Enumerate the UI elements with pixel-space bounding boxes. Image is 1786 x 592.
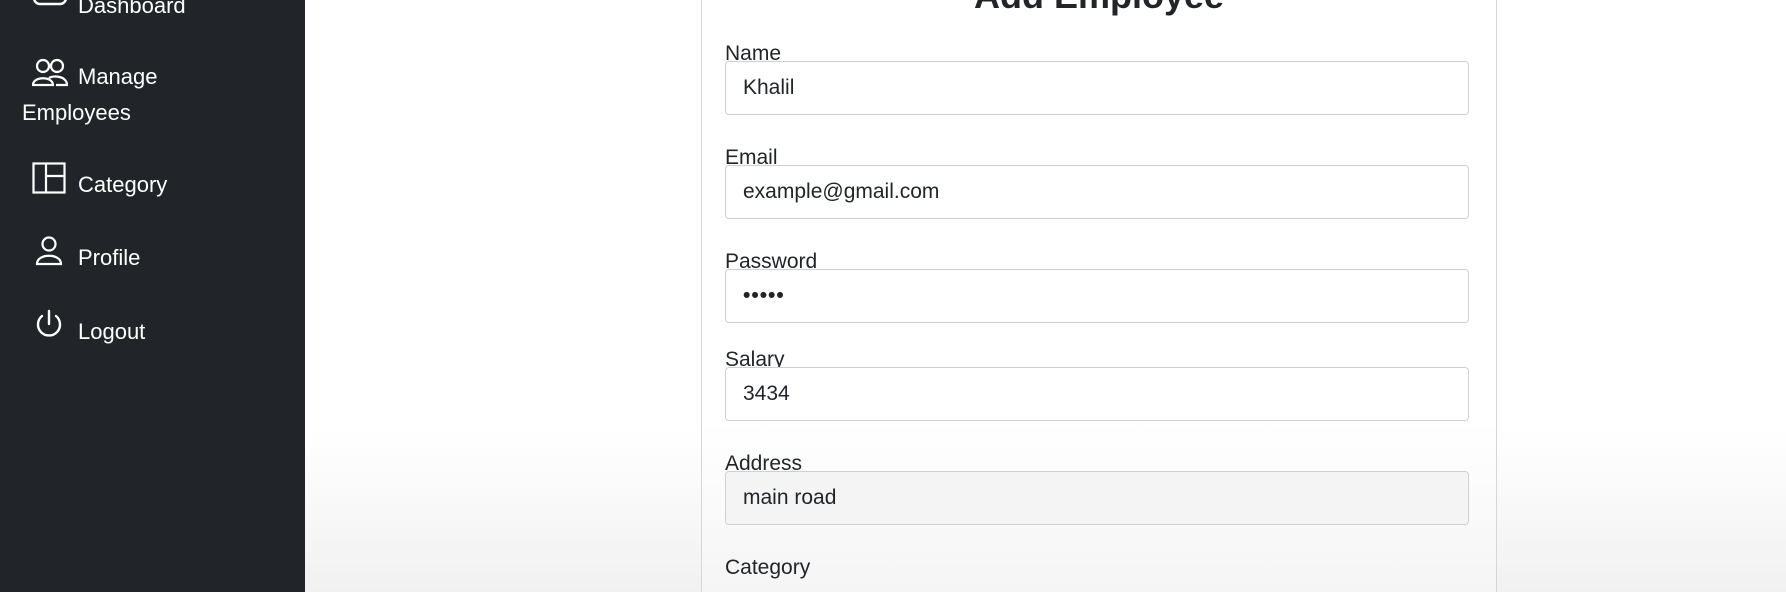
sidebar-item-profile[interactable]: Profile xyxy=(0,233,305,277)
sidebar-item-label: Logout xyxy=(78,319,146,344)
columns-icon xyxy=(32,162,66,194)
address-field[interactable] xyxy=(725,471,1469,525)
name-field[interactable] xyxy=(725,61,1469,115)
sidebar: Dashboard Manage Employees Category Prof… xyxy=(0,0,305,592)
power-icon xyxy=(34,309,64,341)
add-employee-form: Add Employee Name Email Password Salary … xyxy=(701,0,1497,592)
sidebar-item-dashboard[interactable]: Dashboard xyxy=(0,0,305,20)
sidebar-item-label: Category xyxy=(78,172,168,197)
sidebar-item-label: Dashboard xyxy=(78,0,186,18)
main-content: Add Employee Name Email Password Salary … xyxy=(305,0,1786,592)
sidebar-item-category[interactable]: Category xyxy=(0,160,305,204)
sidebar-item-logout[interactable]: Logout xyxy=(0,307,305,351)
category-label: Category xyxy=(725,556,811,579)
sidebar-item-label-line2: Employees xyxy=(22,100,131,125)
sidebar-item-manage-employees[interactable]: Manage Employees xyxy=(0,52,305,132)
sidebar-item-label: Profile xyxy=(78,245,141,270)
sidebar-item-label-line1: Manage xyxy=(78,64,158,89)
people-icon xyxy=(32,58,68,88)
person-icon xyxy=(34,236,64,266)
salary-field[interactable] xyxy=(725,367,1469,421)
app-window: Dashboard Manage Employees Category Prof… xyxy=(0,0,1786,592)
email-field[interactable] xyxy=(725,165,1469,219)
page-title: Add Employee xyxy=(702,0,1496,17)
dashboard-icon xyxy=(32,0,68,12)
password-field[interactable] xyxy=(725,269,1469,323)
